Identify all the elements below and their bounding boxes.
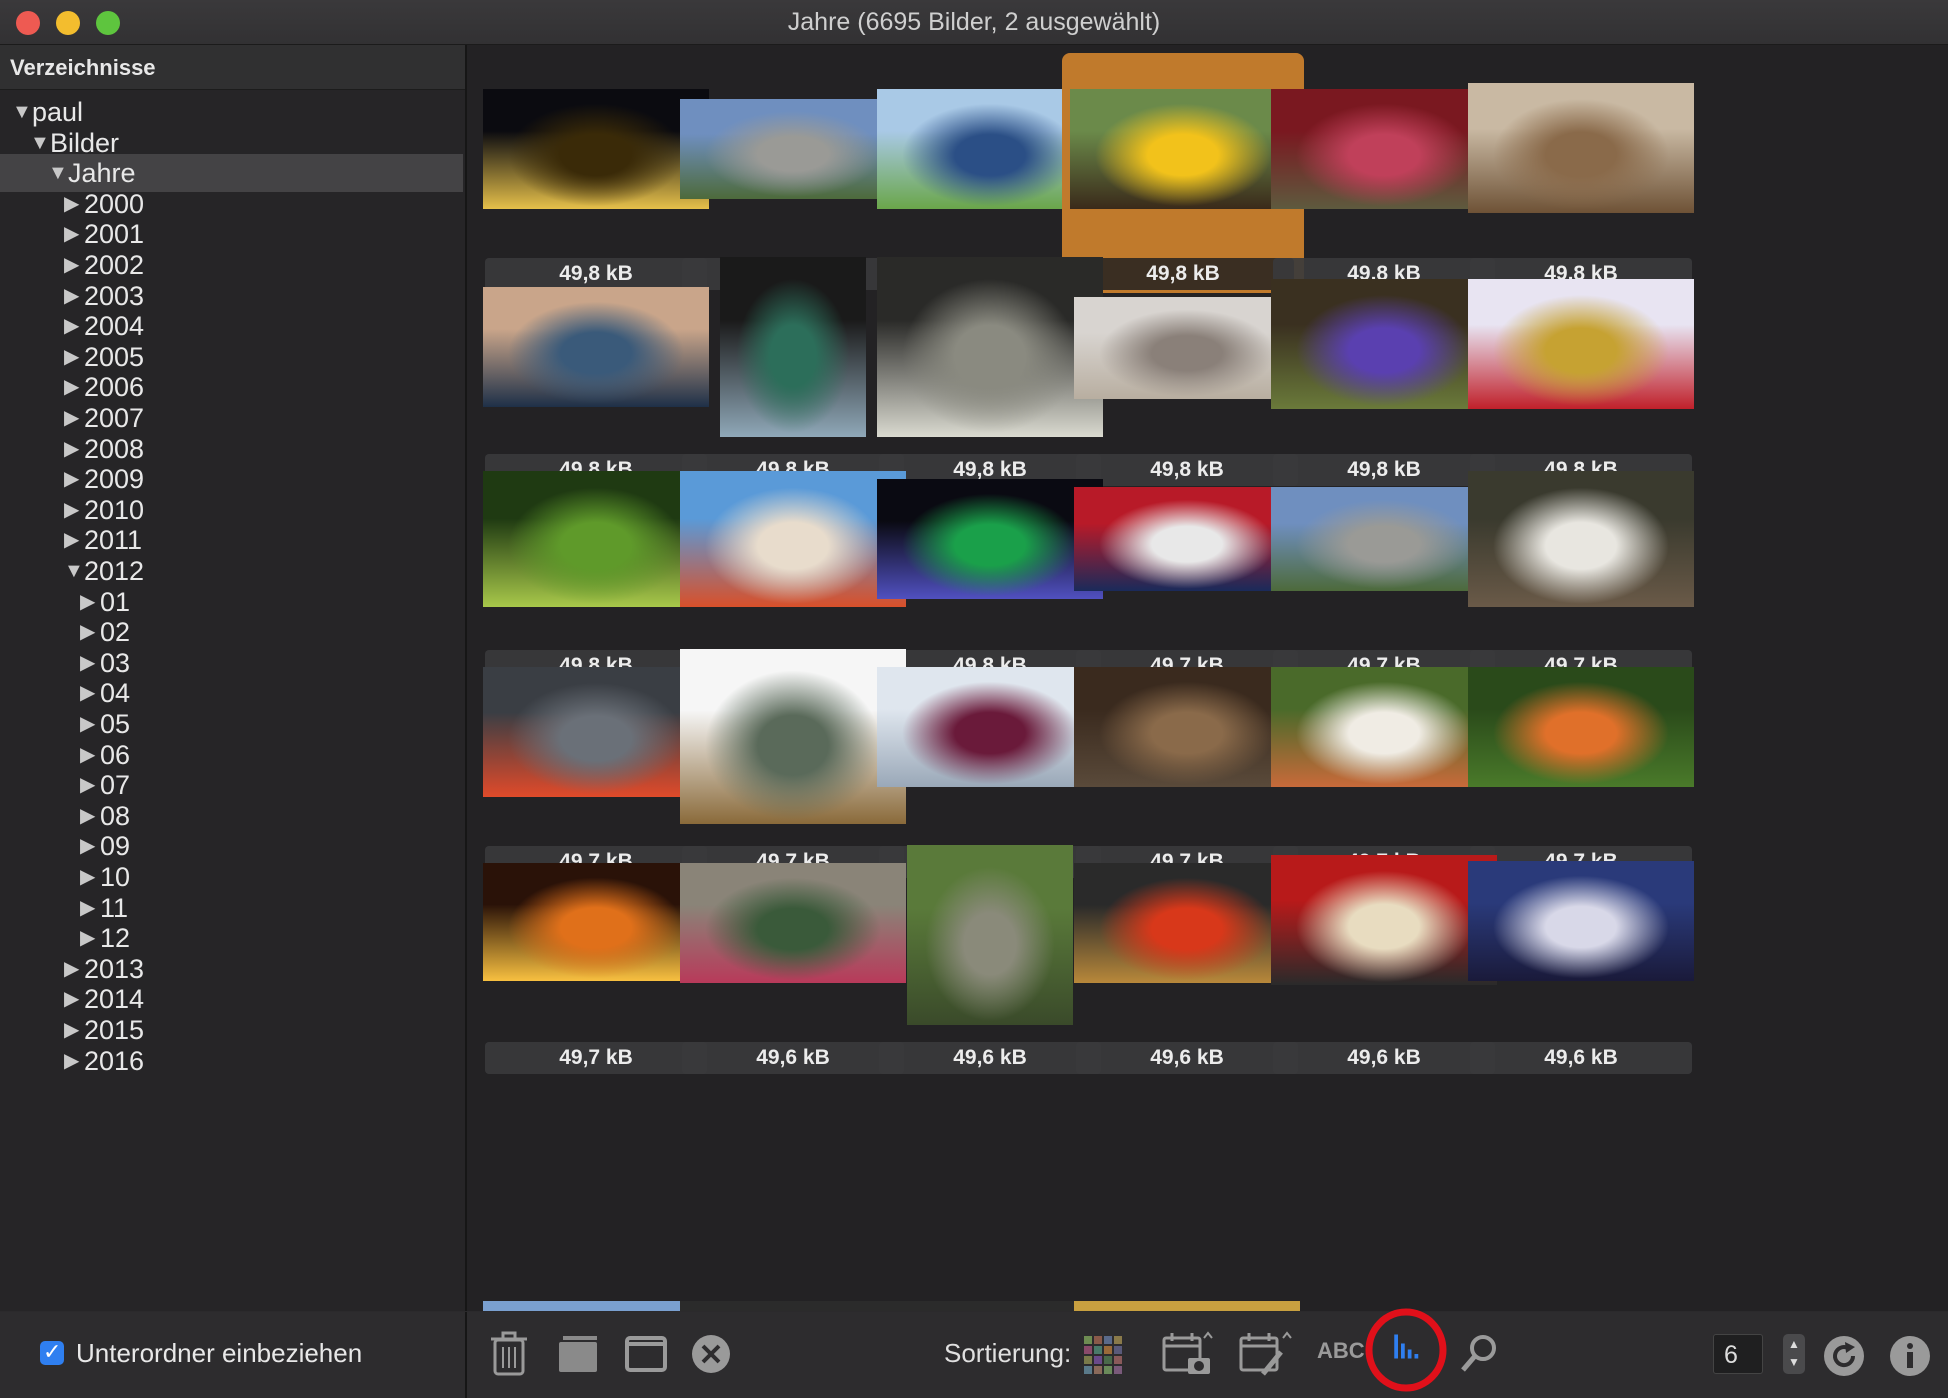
slideshow-icon[interactable] bbox=[555, 1330, 601, 1378]
title-bar: Jahre (6695 Bilder, 2 ausgewählt) bbox=[0, 0, 1948, 45]
sidebar-header-label: Verzeichnisse bbox=[10, 55, 156, 80]
orange-lilies-image bbox=[1468, 667, 1694, 787]
thumbnail-cell[interactable]: 49,8 kB bbox=[1468, 61, 1694, 290]
thumbnail-cell[interactable]: 49,7 kB bbox=[1271, 649, 1497, 878]
stadium-night-image bbox=[483, 89, 709, 209]
bridge-night-image bbox=[1468, 861, 1694, 981]
yarn-image bbox=[680, 649, 906, 824]
thumbnail-cell[interactable]: 49,6 kB bbox=[1271, 845, 1497, 1074]
thumbnail-cell[interactable]: 49,7 kB bbox=[1468, 649, 1694, 878]
columns-stepper[interactable]: ▲ ▼ bbox=[1783, 1334, 1805, 1374]
thumbnail-cell[interactable]: 49,7 kB bbox=[483, 845, 709, 1074]
thumbnail-cell[interactable]: 49,8 kB bbox=[680, 453, 906, 682]
sort-label: Sortierung: bbox=[944, 1338, 1072, 1368]
sunflower-image bbox=[1070, 89, 1296, 209]
thumbnail-cell[interactable]: 49,6 kB bbox=[877, 845, 1103, 1074]
monkey-fence-image bbox=[1074, 667, 1300, 787]
fire-image bbox=[483, 863, 709, 981]
flag-bullets-image bbox=[1074, 487, 1300, 591]
sort-by-modified-date-icon[interactable] bbox=[1239, 1330, 1295, 1378]
thumbnail-cell[interactable]: 49,6 kB bbox=[680, 845, 906, 1074]
thumbnail-cell[interactable]: 49,7 kB bbox=[680, 649, 906, 878]
thumbnail-cell[interactable]: 49,8 kB bbox=[680, 61, 906, 290]
thumbnail-cell[interactable]: 49,8 kB bbox=[1271, 61, 1497, 290]
remove-icon[interactable] bbox=[689, 1330, 733, 1378]
night-boat-image bbox=[877, 479, 1103, 599]
binoculars-drawing-image bbox=[877, 257, 1103, 437]
disclosure-closed-icon[interactable]: ▶ bbox=[64, 1042, 82, 1080]
info-icon[interactable] bbox=[1887, 1332, 1933, 1380]
thumbnail-cell[interactable]: 49,8 kB bbox=[483, 453, 709, 682]
ravioli-plate-image bbox=[1271, 855, 1497, 985]
thumbnail-cell[interactable]: 49,8 kB bbox=[680, 257, 906, 486]
thumbnail-cell[interactable]: 49,7 kB bbox=[1271, 453, 1497, 682]
monument-rome-image bbox=[680, 99, 906, 199]
file-size-label: 49,7 kB bbox=[485, 1042, 707, 1074]
refresh-icon[interactable] bbox=[1821, 1332, 1867, 1380]
meat-cutting-image bbox=[1271, 89, 1497, 209]
chevron-up-icon[interactable]: ▲ bbox=[1788, 1337, 1800, 1351]
desert-hills-image bbox=[1468, 83, 1694, 213]
file-size-label: 49,6 kB bbox=[879, 1042, 1101, 1074]
white-tiger-image bbox=[1468, 471, 1694, 607]
shopping-cart-image bbox=[1468, 279, 1694, 409]
thumbnail-cell[interactable]: 49,7 kB bbox=[877, 649, 1103, 878]
thumbnail-cell-partial[interactable] bbox=[1074, 1301, 1300, 1311]
thumbnail-cell-partial[interactable] bbox=[877, 1301, 1103, 1311]
salad-plate-image bbox=[1271, 667, 1497, 787]
file-size-label: 49,6 kB bbox=[1470, 1042, 1692, 1074]
thumbnail-cell[interactable]: 49,8 kB bbox=[1074, 257, 1300, 486]
fabrics-image bbox=[720, 257, 866, 437]
thumbnail-cell[interactable]: 49,8 kB bbox=[877, 257, 1103, 486]
tree-item[interactable]: ▶ 2016 bbox=[0, 1042, 463, 1080]
artichoke-flower-image bbox=[1271, 279, 1497, 409]
file-size-label: 49,6 kB bbox=[682, 1042, 904, 1074]
checkmark-icon: ✓ bbox=[43, 1339, 62, 1364]
child-sled-image bbox=[877, 667, 1103, 787]
thumbnail-cell[interactable]: 49,8 kB bbox=[1271, 257, 1497, 486]
file-size-label: 49,6 kB bbox=[1273, 1042, 1495, 1074]
thumbnail-cell[interactable]: 49,8 kB bbox=[877, 453, 1103, 682]
stone-tower-image bbox=[907, 845, 1073, 1025]
thumbnail-cell[interactable]: 49,7 kB bbox=[1074, 453, 1300, 682]
thumbnail-grid[interactable]: 49,8 kB 49,8 kB 49,8 kB 49,8 kB 49,8 kB 49,8 … bbox=[467, 45, 1948, 1311]
thumbnail-cell-partial[interactable] bbox=[483, 1301, 709, 1311]
columns-input[interactable]: 6 bbox=[1713, 1334, 1763, 1374]
tomatoes-basket-image bbox=[1074, 863, 1300, 983]
thumbnail-cell[interactable]: 49,8 kB bbox=[1468, 257, 1694, 486]
include-subfolders-checkbox[interactable]: ✓ bbox=[40, 1339, 64, 1365]
beach-starfish-image bbox=[680, 471, 906, 607]
window-icon[interactable] bbox=[624, 1330, 668, 1378]
sort-by-capture-date-icon[interactable] bbox=[1162, 1330, 1218, 1378]
thumbnail-cell[interactable]: 49,6 kB bbox=[1074, 845, 1300, 1074]
thumbnail-cell[interactable]: 49,7 kB bbox=[483, 649, 709, 878]
bottom-toolbar: Sortierung: ABC 6 ▲ ▼ bbox=[467, 1308, 1948, 1398]
thumbnail-cell[interactable]: 49,6 kB bbox=[1468, 845, 1694, 1074]
include-subfolders-label[interactable]: Unterordner einbeziehen bbox=[76, 1338, 362, 1369]
sea-sunset-post-image bbox=[483, 287, 709, 407]
monument-rome-2-image bbox=[1271, 487, 1497, 591]
sort-by-color-icon[interactable] bbox=[1082, 1330, 1126, 1378]
sidebar-header: Verzeichnisse bbox=[0, 45, 465, 90]
thumbnail-cell[interactable]: 49,8 kB bbox=[483, 61, 709, 290]
thumbnail-cell[interactable]: 49,8 kB bbox=[483, 257, 709, 486]
app-window: Jahre (6695 Bilder, 2 ausgewählt) Verzei… bbox=[0, 0, 1948, 1398]
directory-sidebar: Verzeichnisse ▼ paul ▼ Bilder ▼ Jahre ▶ 2000 ▶ 20… bbox=[0, 45, 467, 1311]
chevron-down-icon[interactable]: ▼ bbox=[1788, 1355, 1800, 1369]
search-icon[interactable] bbox=[1457, 1330, 1501, 1378]
highlight-circle bbox=[1365, 1308, 1447, 1392]
trash-icon[interactable] bbox=[489, 1330, 529, 1378]
elephant-image bbox=[1074, 297, 1300, 399]
wreath-city-image bbox=[680, 863, 906, 983]
thumbnail-cell[interactable]: 49,7 kB bbox=[1074, 649, 1300, 878]
sidebar-footer: ✓ Unterordner einbeziehen bbox=[0, 1312, 467, 1398]
keyboard-climber-image bbox=[483, 667, 709, 797]
window-title: Jahre (6695 Bilder, 2 ausgewählt) bbox=[787, 8, 1161, 36]
tree-item-label: 2016 bbox=[84, 1045, 145, 1076]
sort-by-name-icon[interactable]: ABC bbox=[1317, 1338, 1365, 1386]
thumbnail-cell[interactable]: 49,7 kB bbox=[1468, 453, 1694, 682]
file-size-label: 49,6 kB bbox=[1076, 1042, 1298, 1074]
thumbnail-cell-partial[interactable] bbox=[680, 1301, 906, 1311]
coffee-plant-image bbox=[483, 471, 709, 607]
